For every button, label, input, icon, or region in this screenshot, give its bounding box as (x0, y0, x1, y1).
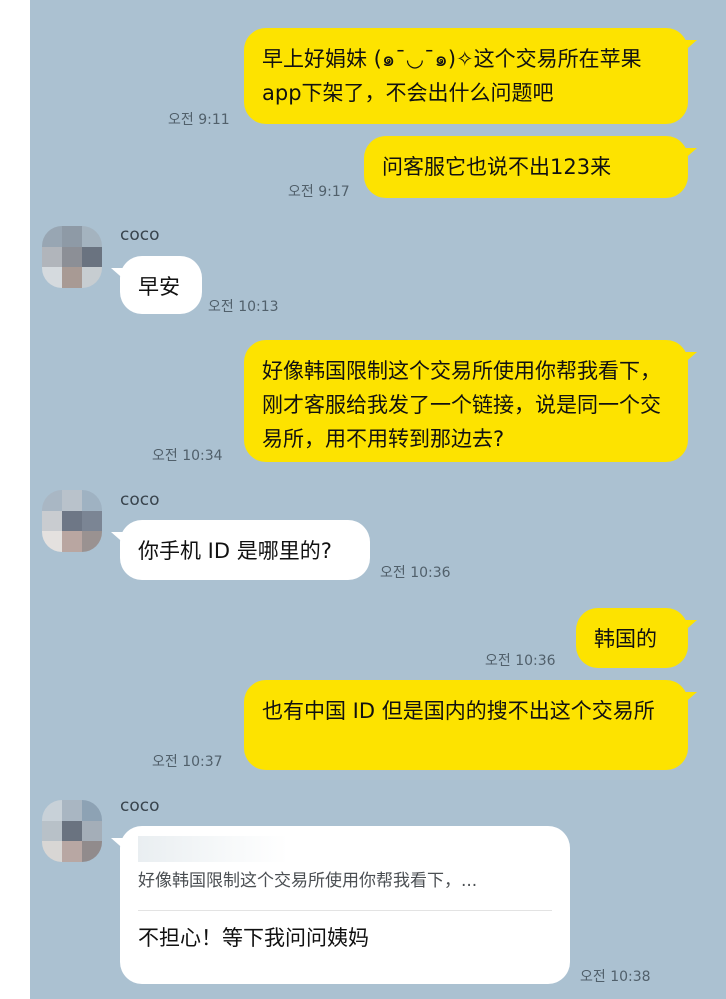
message-time: 오전 9:17 (288, 184, 350, 200)
message-text: 早上好娟妹 (๑¯◡¯๑)✧这个交易所在苹果app下架了，不会出什么问题吧 (262, 47, 642, 105)
avatar[interactable] (42, 490, 102, 552)
chat-area[interactable]: 早上好娟妹 (๑¯◡¯๑)✧这个交易所在苹果app下架了，不会出什么问题吧 오전… (30, 0, 726, 999)
message-text: 问客服它也说不出123来 (382, 155, 612, 179)
message-text: 也有中国 ID 但是国内的搜不出这个交易所 (262, 699, 655, 723)
message-text: 好像韩国限制这个交易所使用你帮我看下，刚才客服给我发了一个链接，说是同一个交易所… (262, 359, 661, 451)
message-bubble-outgoing[interactable]: 问客服它也说不出123来 (364, 136, 697, 198)
quoted-message-text: 好像韩国限制这个交易所使用你帮我看下，... (138, 871, 478, 891)
message-bubble-outgoing[interactable]: 好像韩国限制这个交易所使用你帮我看下，刚才客服给我发了一个链接，说是同一个交易所… (244, 340, 697, 462)
quoted-sender-blurred (138, 836, 288, 862)
message-text: 早安 (138, 275, 180, 299)
message-text: 你手机 ID 是哪里的? (138, 539, 332, 563)
message-time: 오전 10:36 (485, 653, 556, 669)
message-bubble-incoming[interactable]: 你手机 ID 是哪里的? (111, 520, 370, 580)
message-time: 오전 9:11 (168, 112, 230, 128)
message-time: 오전 10:36 (380, 565, 451, 581)
message-bubble-outgoing[interactable]: 韩国的 (576, 608, 697, 668)
sender-name: coco (120, 796, 160, 816)
sender-name: coco (120, 225, 160, 245)
quote-divider (138, 910, 552, 911)
message-bubble-outgoing[interactable]: 也有中国 ID 但是国内的搜不出这个交易所 (244, 680, 697, 770)
message-time: 오전 10:34 (152, 448, 223, 464)
message-time: 오전 10:37 (152, 754, 223, 770)
message-time: 오전 10:13 (208, 299, 279, 315)
avatar[interactable] (42, 800, 102, 862)
message-text: 不担心！等下我问问姨妈 (138, 926, 369, 950)
message-text: 韩国的 (594, 627, 657, 651)
message-bubble-outgoing[interactable]: 早上好娟妹 (๑¯◡¯๑)✧这个交易所在苹果app下架了，不会出什么问题吧 (244, 28, 697, 124)
message-bubble-incoming[interactable]: 早安 (111, 256, 202, 314)
avatar[interactable] (42, 226, 102, 288)
message-bubble-incoming[interactable]: 好像韩国限制这个交易所使用你帮我看下，... 不担心！等下我问问姨妈 (111, 826, 570, 984)
message-time: 오전 10:38 (580, 969, 651, 985)
sender-name: coco (120, 490, 160, 510)
